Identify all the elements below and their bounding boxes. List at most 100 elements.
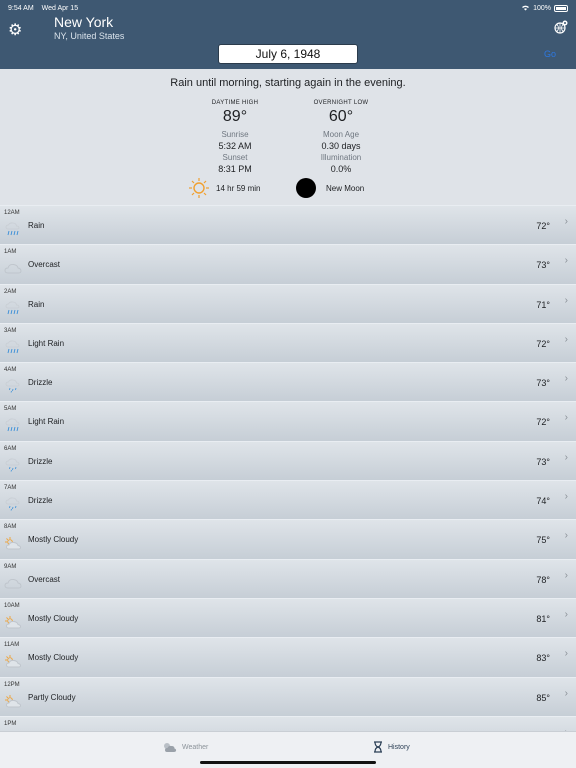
status-time: 9:54 AM [8,4,34,12]
chevron-right-icon: › [564,294,568,306]
condition-label: Rain [28,299,45,309]
hour-row[interactable]: 12PM Partly Cloudy 85° › [0,676,576,716]
hour-temp: 72° [536,221,550,231]
condition-label: Mostly Cloudy [28,653,79,663]
chevron-right-icon: › [564,255,568,267]
hour-temp: 81° [536,613,550,624]
chevron-right-icon: › [564,530,568,542]
hour-temp: 85° [536,692,550,703]
chevron-right-icon: › [564,491,568,503]
globe-pin-icon[interactable] [554,20,568,37]
hour-row[interactable]: 9AM Overcast 78° › [0,558,576,598]
hour-temp: 73° [536,456,550,467]
hour-row[interactable]: 3AM Light Rain 72° › [0,322,576,363]
sunset-time: 8:31 PM [218,164,252,174]
sunrise-label: Sunrise [221,130,249,139]
sun-icon [189,178,209,198]
partly-sunny-icon [4,615,24,629]
hour-label: 2AM [4,288,17,295]
hour-label: 10AM [4,602,20,609]
go-button[interactable]: Go [544,49,556,59]
hour-label: 12PM [4,681,20,688]
tab-history-label: History [388,743,410,751]
hour-label: 11AM [4,642,20,649]
hour-temp: 73° [536,260,550,271]
hour-label: 1PM [4,720,17,727]
battery-icon [554,4,568,12]
condition-label: Mostly Cloudy [28,613,79,623]
condition-label: Rain [28,221,45,230]
tab-bar: Weather History [0,731,576,768]
rain-icon [4,222,24,236]
illumination-label: Illumination [320,153,362,162]
hour-label: 6AM [4,445,17,452]
date-input[interactable]: July 6, 1948 [218,44,358,64]
hour-temp: 83° [536,653,550,664]
partly-sunny-icon [4,694,24,708]
hourly-list: 12AM Rain 72° › 1AM Overcast 73° › 2AM Rain 71° › 3A… [0,205,576,731]
hour-label: 8AM [4,524,17,531]
overcast-icon [4,576,24,590]
daytime-high-label: DAYTIME HIGH [211,100,259,106]
settings-gear-icon[interactable]: ⚙ [8,20,22,40]
status-date: Wed Apr 15 [41,4,79,12]
daytime-column: DAYTIME HIGH 89° Sunrise 5:32 AM Sunset … [190,100,280,174]
hour-row[interactable]: 7AM Drizzle 74° › [0,480,576,520]
region-name: NY, United States [54,31,125,41]
sunrise-time: 5:32 AM [218,141,252,151]
summary-text: Rain until morning, starting again in th… [170,77,406,89]
illumination-value: 0.0% [330,164,352,174]
hour-row[interactable]: 6AM Drizzle 73° › [0,440,576,481]
hour-row[interactable]: 10AM Mostly Cloudy 81° › [0,597,576,638]
condition-label: Overcast [28,260,61,270]
overnight-column: OVERNIGHT LOW 60° Moon Age 0.30 days Ill… [296,100,386,174]
hour-row[interactable]: 8AM Mostly Cloudy 75° › [0,519,576,559]
drizzle-icon [4,497,24,511]
overnight-low-label: OVERNIGHT LOW [313,100,369,106]
chevron-right-icon: › [564,216,568,227]
chevron-right-icon: › [564,687,568,699]
hour-row[interactable]: 1AM Overcast 73° › [0,244,576,284]
day-summary-panel: Rain until morning, starting again in th… [0,69,576,205]
hour-temp: 75° [536,535,550,546]
daytime-high-temp: 89° [222,108,248,125]
chevron-right-icon: › [564,648,568,660]
day-length-row: 14 hr 59 min [188,177,260,199]
tab-weather-label: Weather [182,743,209,751]
hour-label: 7AM [4,485,17,492]
chevron-right-icon: › [564,569,568,581]
hour-temp: 72° [536,417,550,428]
city-name: New York [54,14,114,30]
chevron-right-icon: › [564,608,568,620]
chevron-right-icon: › [564,373,568,385]
rain-icon [4,418,24,432]
hour-row[interactable]: 2AM Rain 71° › [0,283,576,323]
condition-label: Mostly Cloudy [28,535,79,545]
battery-percent: 100% [533,4,551,12]
hour-row[interactable]: 12AM Rain 72° › [0,205,576,245]
chevron-right-icon: › [564,451,568,463]
new-moon-icon [296,178,316,198]
hour-row[interactable]: 11AM Mostly Cloudy 83° › [0,637,576,677]
hour-temp: 72° [536,338,550,349]
hour-temp: 73° [536,378,550,389]
moon-age-value: 0.30 days [321,141,361,151]
condition-label: Light Rain [28,338,65,348]
chevron-right-icon: › [564,333,568,345]
condition-label: Drizzle [28,378,53,388]
tab-weather[interactable]: Weather [162,741,208,753]
condition-label: Drizzle [28,456,53,466]
overcast-icon [4,261,24,275]
hour-label: 3AM [4,327,17,334]
sunset-label: Sunset [222,153,248,162]
hour-row[interactable]: 4AM Drizzle 73° › [0,362,576,402]
status-bar: 9:54 AM Wed Apr 15 100% [8,2,568,14]
hour-label: 5AM [4,406,17,413]
tab-history[interactable]: History [372,741,410,753]
hour-temp: 74° [536,496,550,507]
hour-row[interactable]: 5AM Light Rain 72° › [0,401,576,441]
hour-label: 9AM [4,563,17,570]
partly-sunny-icon [4,654,24,668]
hour-row[interactable]: 1PM› [0,715,576,731]
hourglass-icon [374,741,382,753]
